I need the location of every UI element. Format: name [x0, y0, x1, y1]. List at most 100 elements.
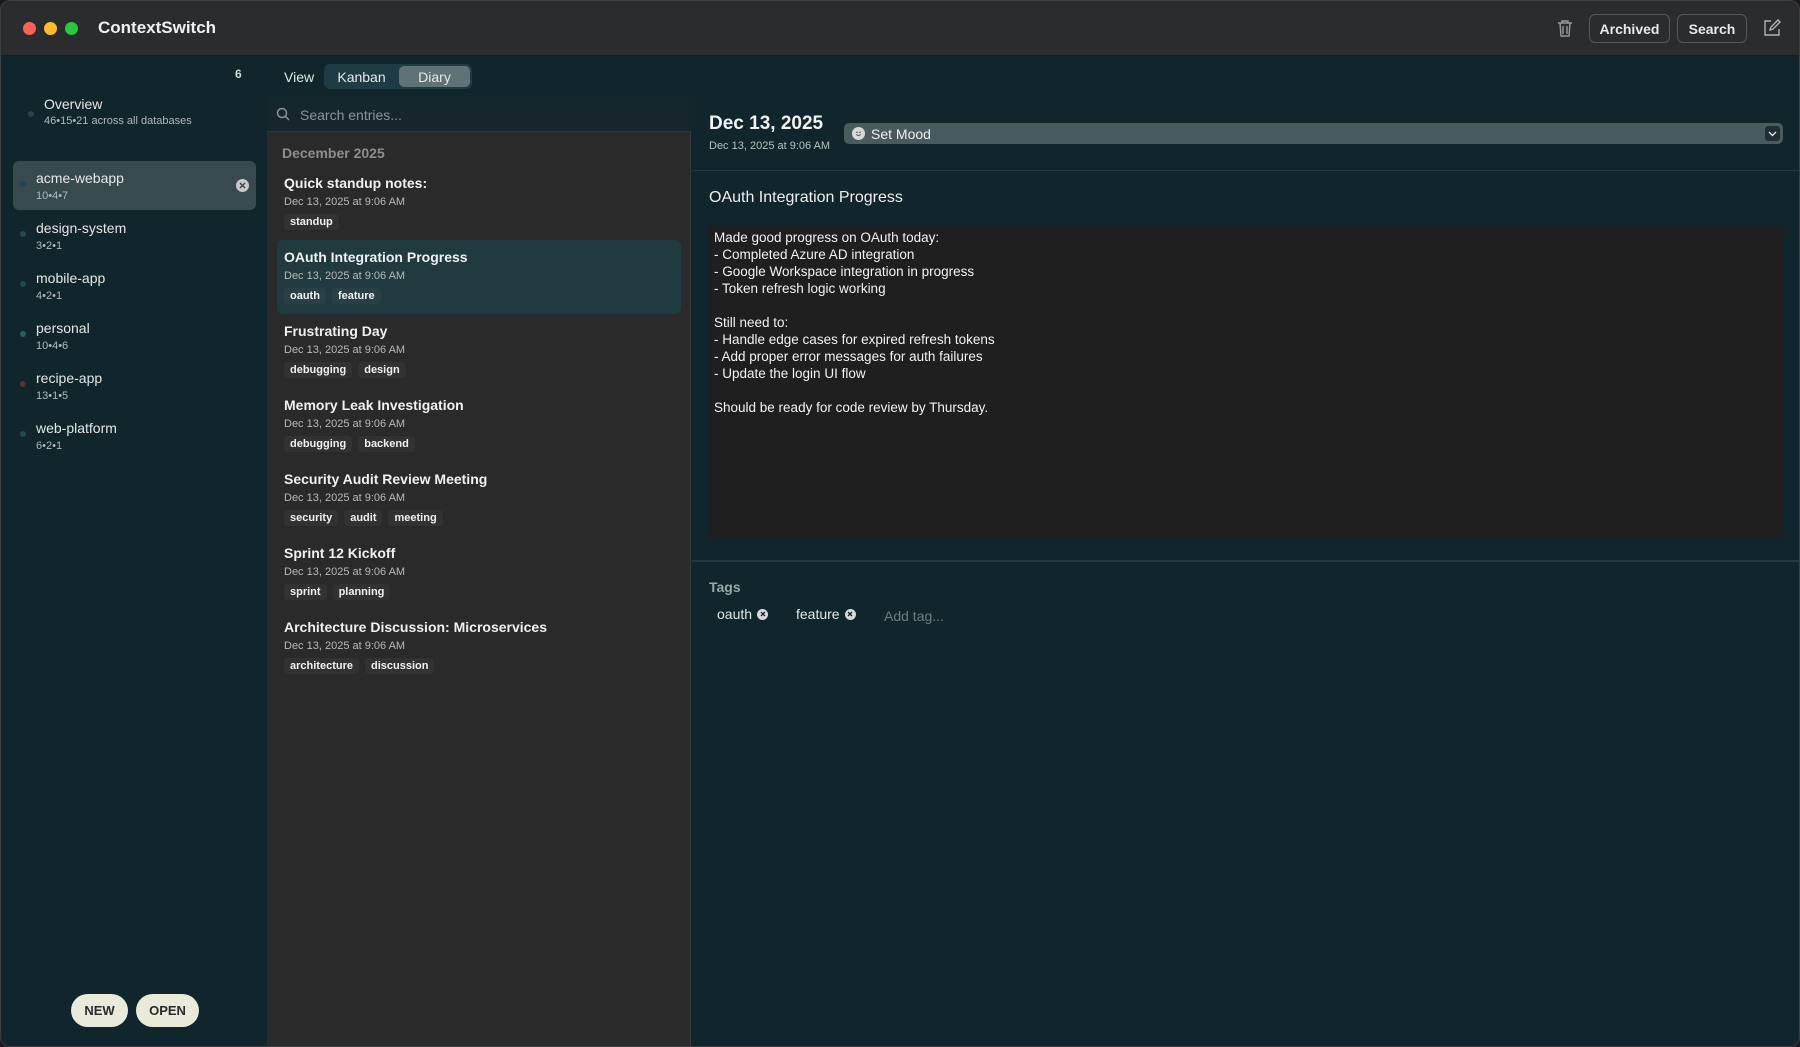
entry-tag: design [358, 362, 406, 378]
db-name: recipe-app [36, 370, 103, 386]
entry-tag: architecture [284, 658, 359, 674]
list-item[interactable]: Architecture Discussion: Microservices D… [277, 610, 681, 684]
entry-tag: sprint [284, 584, 327, 600]
tag-chip-feature: feature [796, 606, 856, 622]
list-item[interactable]: Quick standup notes: Dec 13, 2025 at 9:0… [277, 166, 681, 240]
entry-tag: backend [358, 436, 415, 452]
trash-icon[interactable] [1553, 16, 1577, 40]
entry-date: Dec 13, 2025 at 9:06 AM [284, 196, 406, 208]
entry-tag: debugging [284, 362, 353, 378]
database-sidebar: 6 Overview 46•15•21 across all databases… [1, 57, 267, 1046]
view-label: View [284, 69, 315, 85]
entry-title: Architecture Discussion: Microservices [284, 619, 547, 635]
list-item[interactable]: Sprint 12 Kickoff Dec 13, 2025 at 9:06 A… [277, 536, 681, 610]
entry-tags: debugging backend [284, 436, 415, 452]
tags-label: Tags [709, 579, 741, 595]
sidebar-item-recipe-app[interactable]: recipe-app 13•1•5 [13, 361, 256, 410]
entry-tag: debugging [284, 436, 353, 452]
detail-datetime: Dec 13, 2025 at 9:06 AM [709, 140, 831, 152]
sidebar-item-design-system[interactable]: design-system 3•2•1 [13, 211, 256, 260]
app-title: ContextSwitch [98, 18, 217, 37]
tag-chip-oauth: oauth [717, 606, 769, 622]
db-stats: 10•4•6 [36, 340, 69, 352]
close-window-button[interactable] [23, 22, 36, 35]
sidebar-item-acme-webapp[interactable]: acme-webapp 10•4•7 [13, 161, 256, 210]
entry-tags: security audit meeting [284, 510, 443, 526]
entry-title-field[interactable]: OAuth Integration Progress [709, 189, 903, 207]
db-name: web-platform [36, 420, 117, 436]
sidebar-item-web-platform[interactable]: web-platform 6•2•1 [13, 411, 256, 460]
compose-icon[interactable] [1760, 16, 1784, 40]
view-bar: View Kanban Diary [267, 57, 1799, 97]
entry-search-bar [267, 97, 691, 132]
divider [692, 560, 1799, 562]
entry-title: OAuth Integration Progress [284, 249, 468, 265]
sidebar-item-personal[interactable]: personal 10•4•6 [13, 311, 256, 360]
overview-stats: 46•15•21 across all databases [44, 115, 192, 127]
entry-title: Quick standup notes: [284, 175, 428, 191]
entry-tag: security [284, 510, 339, 526]
db-stats: 3•2•1 [36, 240, 63, 252]
list-item[interactable]: Memory Leak Investigation Dec 13, 2025 a… [277, 388, 681, 462]
titlebar: ContextSwitch Archived Search [1, 1, 1799, 56]
minimize-window-button[interactable] [44, 22, 57, 35]
entry-date: Dec 13, 2025 at 9:06 AM [284, 640, 406, 652]
archived-button[interactable]: Archived [1589, 14, 1670, 43]
search-icon [276, 107, 290, 121]
list-item[interactable]: OAuth Integration Progress Dec 13, 2025 … [277, 240, 681, 314]
chevron-down-icon [1765, 126, 1780, 141]
list-item[interactable]: Security Audit Review Meeting Dec 13, 20… [277, 462, 681, 536]
entry-tag: planning [332, 584, 391, 600]
smiley-icon [852, 127, 865, 140]
detail-date: Dec 13, 2025 [709, 113, 824, 134]
db-status-dot [20, 181, 26, 187]
db-stats: 10•4•7 [36, 190, 69, 202]
new-database-button[interactable]: NEW [71, 994, 128, 1027]
remove-tag-icon[interactable] [757, 608, 769, 620]
overview-title: Overview [44, 96, 103, 112]
add-tag-input[interactable] [884, 606, 1024, 626]
entry-tags: sprint planning [284, 584, 391, 600]
entry-tags: oauth feature [284, 288, 381, 304]
list-item[interactable]: Frustrating Day Dec 13, 2025 at 9:06 AM … [277, 314, 681, 388]
entry-search-input[interactable] [300, 105, 670, 125]
db-status-dot [20, 431, 26, 437]
open-database-button[interactable]: OPEN [136, 994, 199, 1027]
db-stats: 13•1•5 [36, 390, 69, 402]
entry-title: Sprint 12 Kickoff [284, 545, 396, 561]
divider [692, 170, 1799, 171]
sidebar-item-mobile-app[interactable]: mobile-app 4•2•1 [13, 261, 256, 310]
sidebar-item-overview[interactable]: Overview 46•15•21 across all databases [44, 96, 192, 127]
database-count: 6 [235, 67, 242, 81]
month-header: December 2025 [282, 145, 385, 161]
entry-tags: standup [284, 214, 339, 230]
db-name: mobile-app [36, 270, 106, 286]
tab-kanban[interactable]: Kanban [326, 66, 397, 87]
entry-date: Dec 13, 2025 at 9:06 AM [284, 418, 406, 430]
entry-tag: meeting [388, 510, 443, 526]
mood-select[interactable]: Set Mood [844, 123, 1783, 144]
db-status-dot [20, 281, 26, 287]
view-segmented-control: Kanban Diary [324, 64, 472, 89]
entry-title: Memory Leak Investigation [284, 397, 464, 413]
entry-date: Dec 13, 2025 at 9:06 AM [284, 566, 406, 578]
entry-tag: audit [344, 510, 383, 526]
db-name: personal [36, 320, 90, 336]
tab-diary[interactable]: Diary [399, 66, 470, 87]
entry-tag: discussion [364, 658, 435, 674]
search-button[interactable]: Search [1677, 14, 1747, 43]
maximize-window-button[interactable] [65, 22, 78, 35]
db-status-dot [20, 331, 26, 337]
overview-dot [28, 111, 34, 117]
db-stats: 6•2•1 [36, 440, 63, 452]
entry-detail-pane: Dec 13, 2025 Dec 13, 2025 at 9:06 AM Set… [692, 97, 1799, 1046]
entry-body-editor[interactable]: Made good progress on OAuth today: - Com… [709, 225, 1784, 538]
tag-chip-label: feature [796, 606, 840, 622]
app-window: ContextSwitch Archived Search 6 Overview… [0, 0, 1800, 1047]
entry-tags: architecture discussion [284, 658, 435, 674]
entry-tag: standup [284, 214, 339, 230]
remove-tag-icon[interactable] [844, 608, 856, 620]
db-name: design-system [36, 220, 127, 236]
close-database-icon[interactable] [236, 179, 249, 192]
entry-title: Frustrating Day [284, 323, 388, 339]
